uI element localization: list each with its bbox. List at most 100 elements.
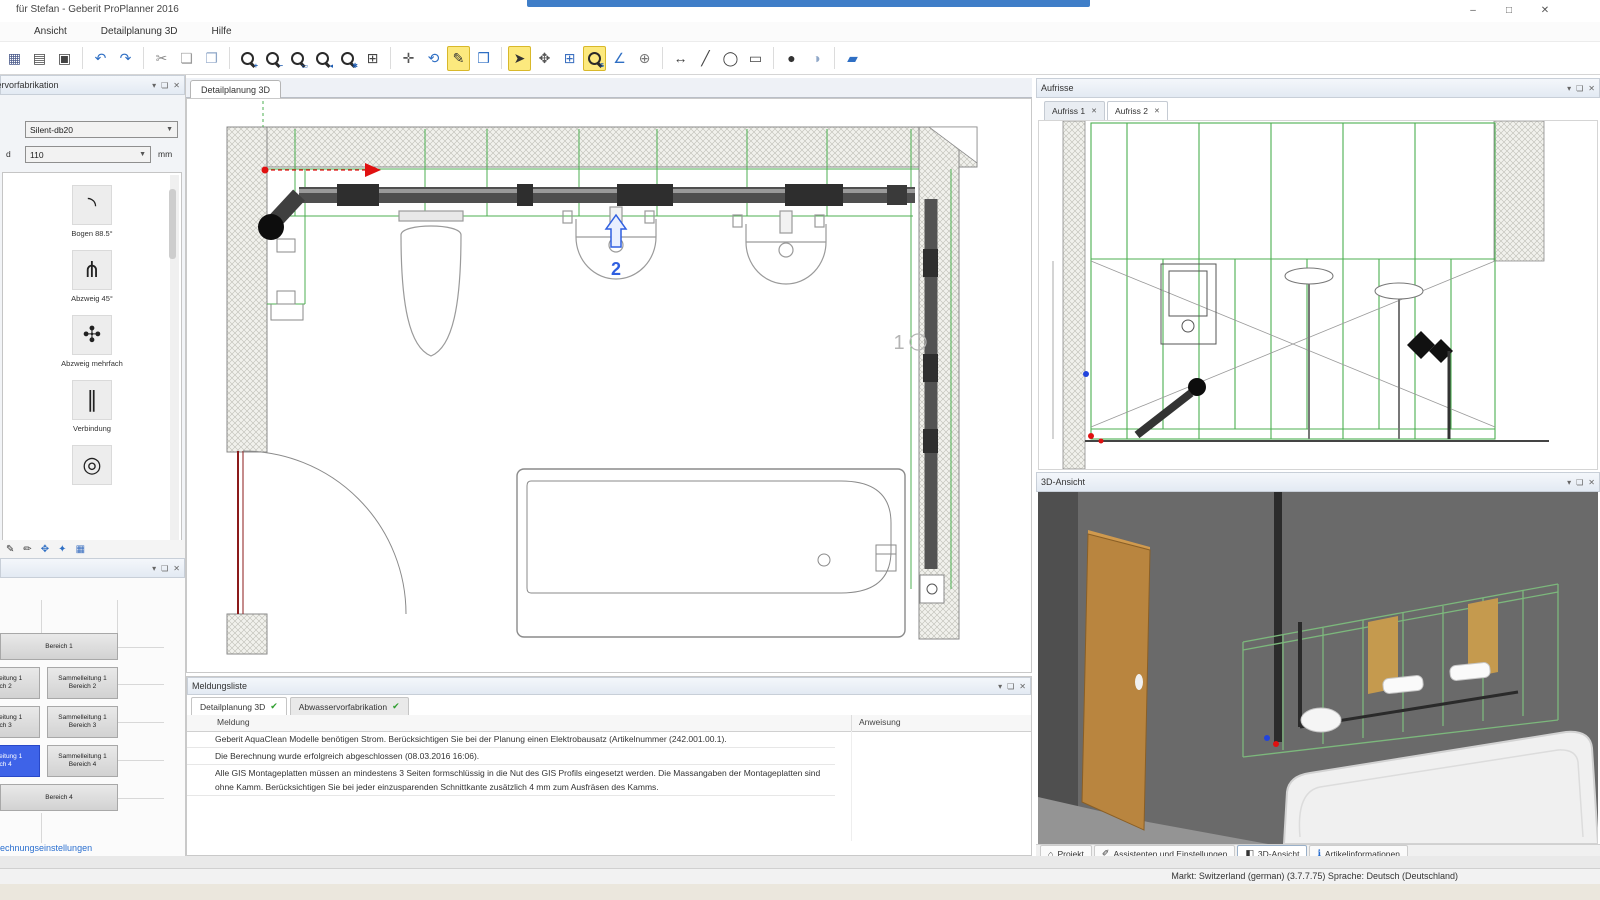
catalog-item-bogen-88-5-[interactable]: ◝Bogen 88.5° [3, 185, 181, 238]
elevation-fittings[interactable] [1137, 331, 1453, 439]
close-icon[interactable]: ✕ [1091, 107, 1097, 115]
catalog-item-partial[interactable]: ◎ [3, 445, 181, 489]
messages-tab-detailplanung-3d[interactable]: Detailplanung 3D✔ [191, 697, 287, 716]
bathtub-fixture[interactable] [517, 469, 905, 637]
tab-aufriss-1[interactable]: Aufriss 1✕ [1044, 101, 1105, 121]
panel-close-icon[interactable]: ✕ [173, 81, 180, 90]
menu-hilfe[interactable]: Hilfe [202, 24, 242, 39]
close-button[interactable]: ✕ [1532, 2, 1558, 19]
panel-pin-icon[interactable]: ❏ [161, 81, 168, 90]
schematic-cell-2-right[interactable]: Sammelleitung 1 Bereich 3 [47, 706, 118, 738]
rectangle-tool-button[interactable]: ▭ [744, 46, 767, 71]
catalog-item-verbindung[interactable]: ∥Verbindung [3, 380, 181, 433]
redo-button[interactable]: ↷ [114, 46, 137, 71]
schematic-cell-0[interactable]: Bereich 1 [0, 633, 118, 660]
view-3d-button[interactable]: ▰ [841, 46, 864, 71]
toilet-fixture[interactable] [399, 211, 463, 356]
panel-pin-icon[interactable]: ❏ [1576, 478, 1583, 487]
panel-pin-icon[interactable]: ❏ [1576, 84, 1583, 93]
panel-close-icon[interactable]: ✕ [173, 564, 180, 573]
catalog-item-abzweig-mehrfach[interactable]: ✣Abzweig mehrfach [3, 315, 181, 368]
line-tool-button[interactable]: ╱ [694, 46, 717, 71]
angle-button[interactable]: ∠ [608, 46, 631, 71]
message-row-1[interactable]: Die Berechnung wurde erfolgreich abgesch… [187, 748, 835, 765]
status-bar: Markt: Switzerland (german) (3.7.7.75) S… [0, 868, 1600, 885]
catalog-tool-favorites[interactable]: ✦ [58, 544, 66, 555]
schematic-cell-1-left[interactable]: Anbindeleitung 1 Bereich 2 [0, 667, 40, 699]
pan-button[interactable]: ✛ [397, 46, 420, 71]
panel-pin-icon[interactable]: ❏ [161, 564, 168, 573]
redo-icon: ↷ [120, 51, 132, 65]
panel-close-icon[interactable]: ✕ [1019, 682, 1026, 691]
zoom-window-button[interactable]: ▭ [286, 46, 309, 71]
copy-button[interactable]: ❏ [175, 46, 198, 71]
paste-button[interactable]: ❐ [200, 46, 223, 71]
catalog-tool-move[interactable]: ✥ [41, 544, 49, 555]
elevation-view[interactable] [1038, 120, 1598, 470]
calculation-settings-link[interactable]: Berechnungseinstellungen [0, 843, 92, 853]
mirror-button[interactable]: ◑ [805, 46, 828, 71]
undo-button[interactable]: ↶ [89, 46, 112, 71]
panel-menu-icon[interactable]: ▾ [998, 682, 1002, 691]
panel-menu-icon[interactable]: ▾ [1567, 478, 1571, 487]
washbasin-fixture[interactable] [733, 211, 826, 284]
maximize-button[interactable]: □ [1496, 2, 1522, 19]
schematic-row: Anbindeleitung 1 Bereich 4Sammelleitung … [0, 745, 186, 777]
view3d-scene[interactable] [1038, 492, 1598, 844]
floor-plan-canvas[interactable]: 2 1 [186, 98, 1032, 673]
washbasin-fixture[interactable] [563, 207, 656, 279]
tab-aufriss-2[interactable]: Aufriss 2✕ [1107, 101, 1168, 121]
catalog-tool-edit[interactable]: ✎ [6, 544, 14, 555]
catalog-item-abzweig-45-[interactable]: ⋔Abzweig 45° [3, 250, 181, 303]
schematic-cell-3-right[interactable]: Sammelleitung 1 Bereich 4 [47, 745, 118, 777]
calculator-button[interactable]: ▣ [53, 46, 76, 71]
ellipse-tool-button[interactable]: ◯ [719, 46, 742, 71]
panel-menu-icon[interactable]: ▾ [152, 564, 156, 573]
cistern-element[interactable] [1161, 264, 1216, 344]
orbit-button[interactable]: ⟲ [422, 46, 445, 71]
components-button[interactable]: ❒ [472, 46, 495, 71]
system-select[interactable]: Silent-db20▼ [25, 121, 178, 138]
panel-close-icon[interactable]: ✕ [1588, 478, 1595, 487]
fixture-button[interactable]: ● [780, 46, 803, 71]
cut-button[interactable]: ✂ [150, 46, 173, 71]
zoom-out-button[interactable]: − [261, 46, 284, 71]
print-button[interactable]: ▤ [28, 46, 51, 71]
save-button[interactable]: ▦ [3, 46, 26, 71]
door[interactable] [238, 451, 406, 614]
toolbar-separator [773, 47, 774, 69]
zoom-extents-button[interactable]: ⊞ [361, 46, 384, 71]
menu-detailplanung-3d[interactable]: Detailplanung 3D [91, 24, 188, 39]
schematic-cell-1-right[interactable]: Sammelleitung 1 Bereich 2 [47, 667, 118, 699]
zoom-all-button[interactable]: ✱ [336, 46, 359, 71]
edit-mode-button[interactable]: ✎ [447, 46, 470, 71]
panel-close-icon[interactable]: ✕ [1588, 84, 1595, 93]
tab-detailplanung-3d[interactable]: Detailplanung 3D [190, 80, 281, 99]
zoom-selection-button[interactable]: s [583, 46, 606, 71]
dimension-button[interactable]: ↔ [669, 46, 692, 71]
select-button[interactable]: ➤ [508, 46, 531, 71]
group-button[interactable]: ⊕ [633, 46, 656, 71]
menu-ansicht[interactable]: Ansicht [24, 24, 77, 39]
schematic-cell-2-left[interactable]: Anbindeleitung 1 Bereich 3 [0, 706, 40, 738]
catalog-tool-list[interactable]: ▦ [76, 544, 85, 555]
panel-pin-icon[interactable]: ❏ [1007, 682, 1014, 691]
catalog-tool-draw[interactable]: ✏ [23, 544, 31, 555]
schematic-cell-3-left[interactable]: Anbindeleitung 1 Bereich 4 [0, 745, 40, 777]
door-3d[interactable] [1082, 530, 1150, 830]
minimize-button[interactable]: – [1460, 2, 1486, 19]
messages-tab-abwasservorfabrikation[interactable]: Abwasservorfabrikation✔ [290, 697, 409, 716]
diameter-select[interactable]: 110▼ [25, 146, 151, 163]
message-row-2[interactable]: Alle GIS Montageplatten müssen an mindes… [187, 765, 835, 796]
zoom-previous-button[interactable]: ◂ [311, 46, 334, 71]
elevation-washbasins[interactable] [1285, 268, 1423, 439]
move-button[interactable]: ✥ [533, 46, 556, 71]
zoom-in-button[interactable]: + [236, 46, 259, 71]
message-row-0[interactable]: Geberit AquaClean Modelle benötigen Stro… [187, 731, 835, 748]
align-button[interactable]: ⊞ [558, 46, 581, 71]
panel-menu-icon[interactable]: ▾ [1567, 84, 1571, 93]
toolbar-separator [143, 47, 144, 69]
schematic-cell-4[interactable]: Bereich 4 [0, 784, 118, 811]
panel-menu-icon[interactable]: ▾ [152, 81, 156, 90]
close-icon[interactable]: ✕ [1154, 107, 1160, 115]
